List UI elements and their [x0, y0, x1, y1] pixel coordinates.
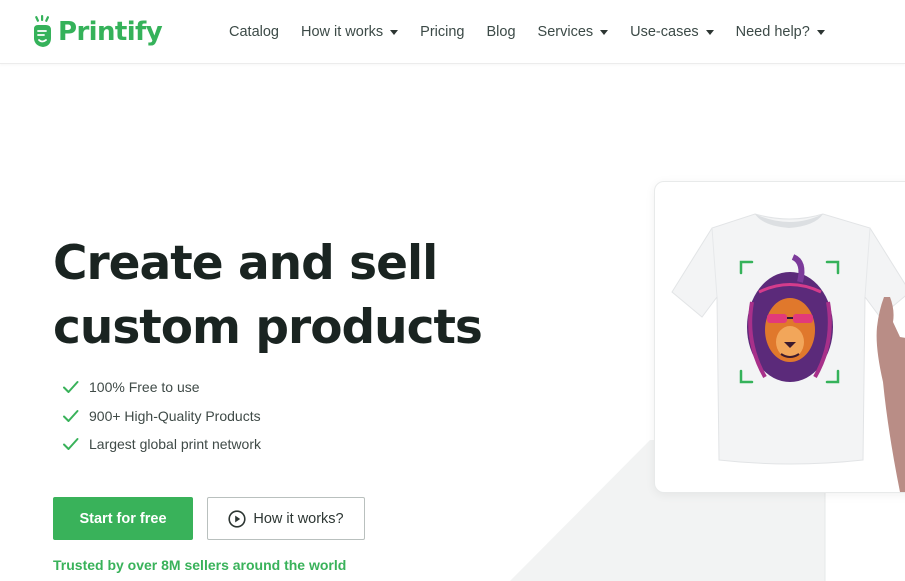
tshirt-mockup-image [671, 213, 905, 492]
feature-label: Largest global print network [89, 436, 261, 453]
nav-pricing-label: Pricing [420, 23, 465, 40]
play-circle-icon [228, 509, 246, 528]
hero-title-line2: custom products [53, 300, 483, 355]
list-item: 900+ High-Quality Products [62, 402, 261, 431]
feature-label: 900+ High-Quality Products [89, 407, 261, 424]
nav-blog-label: Blog [486, 23, 516, 40]
caret-down-icon [816, 30, 825, 35]
nav-use-cases[interactable]: Use-cases [630, 24, 714, 40]
check-icon [63, 438, 79, 451]
check-icon [63, 381, 79, 394]
printify-hand-logo-icon [34, 15, 51, 47]
start-for-free-button[interactable]: Start for free [53, 497, 193, 540]
nav-catalog-label: Catalog [229, 23, 279, 40]
nav-use-cases-label: Use-cases [630, 23, 699, 40]
printify-logo-link[interactable]: Printify [30, 14, 163, 50]
caret-down-icon [600, 30, 609, 35]
hero-title: Create and sell custom products [53, 232, 533, 360]
main-nav: Catalog How it works Pricing Blog Servic… [229, 0, 847, 63]
nav-catalog[interactable]: Catalog [229, 24, 279, 40]
nav-blog[interactable]: Blog [487, 24, 516, 40]
nav-how-it-works[interactable]: How it works [300, 23, 399, 40]
nav-need-help-label: Need help? [735, 23, 810, 40]
list-item: Largest global print network [62, 430, 261, 459]
list-item: 100% Free to use [62, 373, 261, 402]
nav-services-label: Services [537, 23, 594, 40]
nav-pricing[interactable]: Pricing [420, 24, 464, 40]
caret-down-icon [390, 30, 399, 35]
feature-list: 100% Free to use 900+ High-Quality Produ… [62, 373, 261, 459]
how-it-works-button[interactable]: How it works? [207, 497, 365, 540]
hero-title-line1: Create and sell [53, 236, 438, 291]
check-icon [63, 409, 79, 422]
site-header: Printify Catalog How it works Pricing Bl… [0, 0, 905, 64]
caret-down-icon [705, 30, 714, 35]
nav-services[interactable]: Services [538, 24, 609, 40]
brand-name: Printify [58, 17, 163, 47]
product-preview-card [654, 181, 905, 493]
trusted-by-text: Trusted by over 8M sellers around the wo… [53, 557, 347, 573]
feature-label: 100% Free to use [89, 379, 200, 396]
how-it-works-label: How it works? [253, 510, 344, 527]
nav-need-help[interactable]: Need help? [736, 24, 825, 40]
nav-how-it-works-label: How it works [300, 23, 384, 40]
